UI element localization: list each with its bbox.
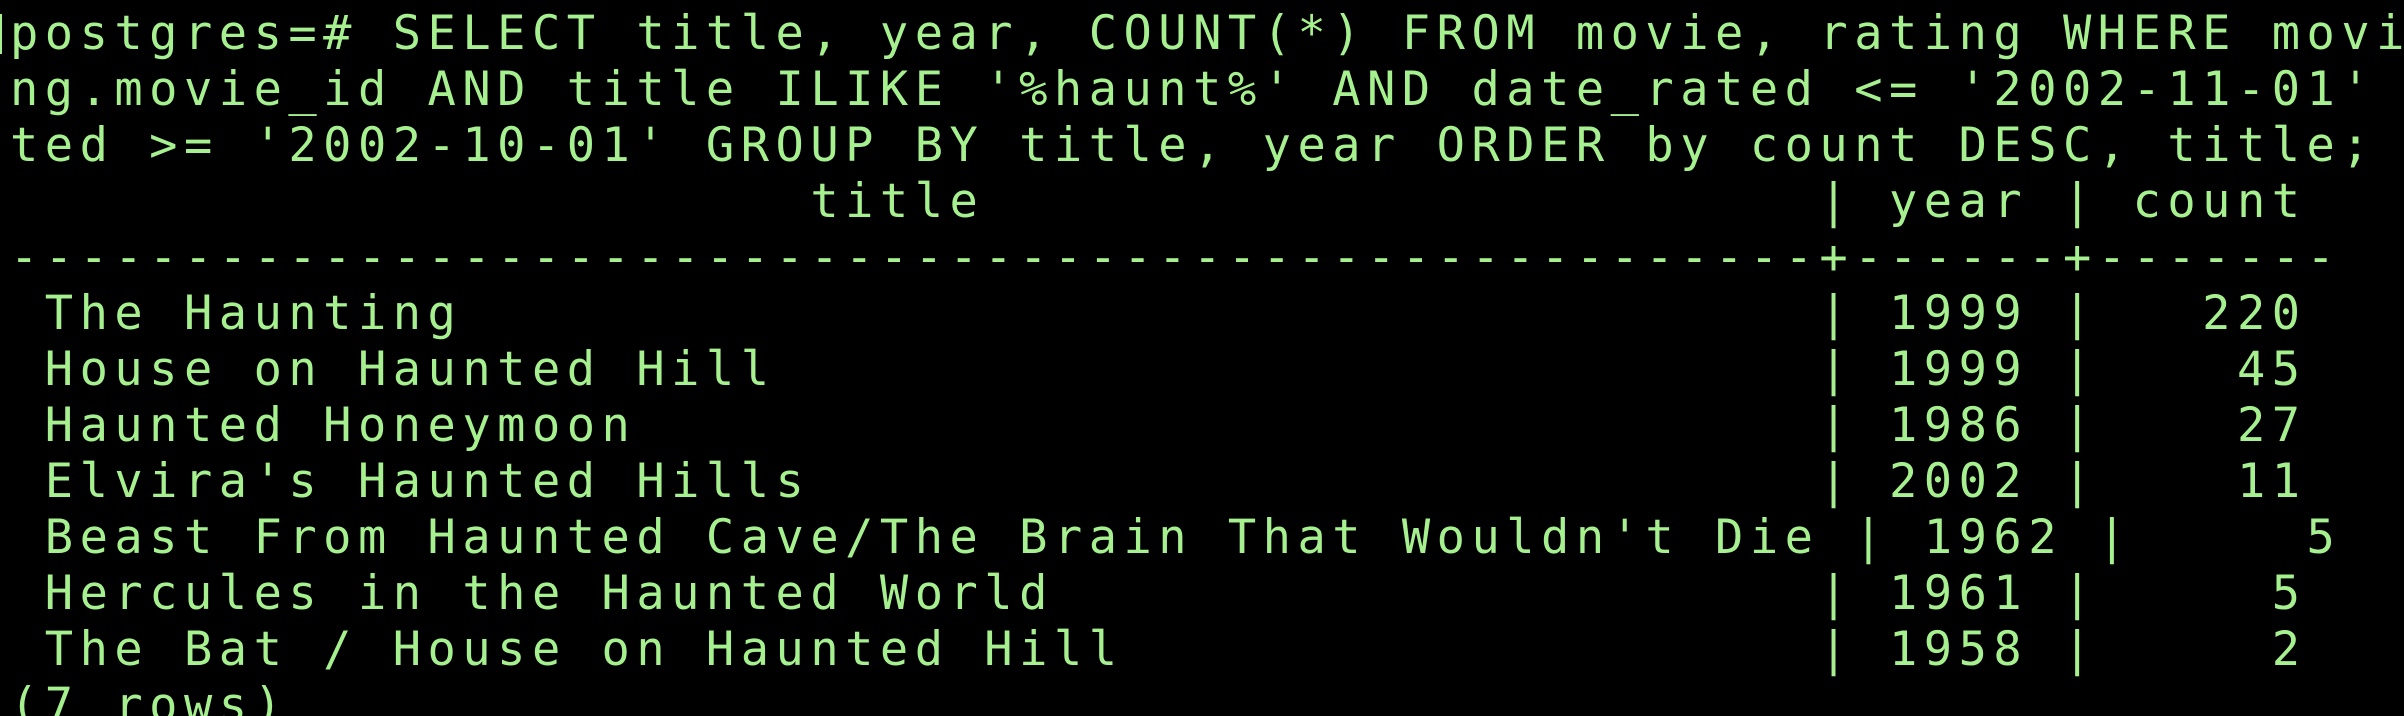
table-row: Beast From Haunted Cave/The Brain That W… [10,510,2342,565]
result-separator: ----------------------------------------… [10,230,2342,285]
table-row: Hercules in the Haunted World | 1961 | 5 [10,566,2307,621]
result-header: title | year | count [10,174,2307,229]
query-line-1: postgres=# SELECT title, year, COUNT(*) … [10,6,2404,61]
table-row: The Bat / House on Haunted Hill | 1958 |… [10,622,2307,677]
table-row: Haunted Honeymoon | 1986 | 27 [10,398,2307,453]
query-line-2: ng.movie_id AND title ILIKE '%haunt%' AN… [10,62,2377,117]
query-line-3: ted >= '2002-10-01' GROUP BY title, year… [10,118,2377,173]
table-row: Elvira's Haunted Hills | 2002 | 11 [10,454,2307,509]
terminal-window[interactable]: postgres=# SELECT title, year, COUNT(*) … [0,0,2404,716]
table-row: House on Haunted Hill | 1999 | 45 [10,342,2307,397]
table-row: The Haunting | 1999 | 220 [10,286,2307,341]
row-count-footer: (7 rows) [10,678,289,716]
cursor-mark [0,14,2,54]
